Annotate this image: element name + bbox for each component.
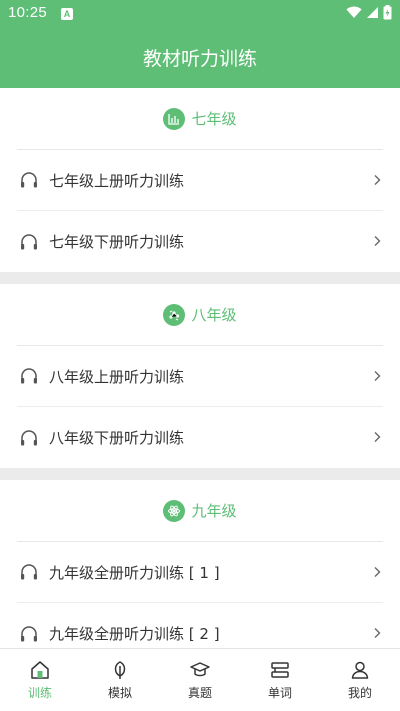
list-item[interactable]: 七年级上册听力训练 [17,150,383,211]
headphones-icon [21,233,37,249]
status-bar: 10:25 A [0,0,400,28]
list-item-label: 七年级下册听力训练 [49,233,185,251]
tab-training[interactable]: 训练 [0,649,80,711]
list-item[interactable]: 八年级上册听力训练 [17,346,383,407]
tab-past-exams[interactable]: 真题 [160,649,240,711]
list-item[interactable]: 八年级下册听力训练 [17,407,383,468]
signal-icon [367,7,378,18]
tab-label: 真题 [187,686,212,700]
tab-simulation[interactable]: 模拟 [80,649,160,711]
headphones-icon [21,429,37,445]
tab-label: 单词 [267,686,292,700]
tab-label: 我的 [347,686,372,700]
chevron-right-icon [374,567,381,577]
tab-mine[interactable]: 我的 [320,649,400,711]
section-header: 八年级 [17,284,383,346]
list-item[interactable]: 九年级全册听力训练 [ 2 ] [17,603,383,648]
chevron-right-icon [374,371,381,381]
headphones-icon [21,564,37,580]
section-title: 八年级 [191,306,237,324]
notification-badge: A [61,8,73,20]
status-icons [346,5,392,20]
chevron-right-icon [374,236,381,246]
battery-icon [383,5,392,20]
list-item-label: 九年级全册听力训练 [ 1 ] [49,563,220,582]
chevron-right-icon [374,432,381,442]
headphones-icon [21,368,37,384]
chevron-right-icon [374,175,381,185]
main-content[interactable]: 七年级 七年级上册听力训练 七年级下册听力训练 八年级 八年级上册听力训练 八年… [0,88,400,648]
headphones-icon [21,172,37,188]
molecule-icon [163,303,186,326]
tab-words[interactable]: 单词 [240,649,320,711]
page-title: 教材听力训练 [142,48,257,70]
section-grade-9: 九年级 九年级全册听力训练 [ 1 ] 九年级全册听力训练 [ 2 ] [0,480,400,648]
tab-label: 训练 [27,686,52,700]
tab-label: 模拟 [107,686,132,700]
section-header: 九年级 [17,480,383,542]
atom-icon [163,499,186,522]
wifi-icon [346,6,362,18]
list-item-label: 八年级下册听力训练 [49,429,185,447]
headphones-icon [21,625,37,641]
section-title: 九年级 [191,502,237,520]
app-header: 10:25 A 教材听力训练 [0,0,400,88]
bottom-tab-bar: 训练 模拟 真题 单词 我的 [0,648,400,711]
section-grade-7: 七年级 七年级上册听力训练 七年级下册听力训练 [0,88,400,272]
section-header: 七年级 [17,88,383,150]
chevron-right-icon [374,628,381,638]
bar-chart-icon [163,107,186,130]
list-item-label: 八年级上册听力训练 [49,367,185,386]
section-grade-8: 八年级 八年级上册听力训练 八年级下册听力训练 [0,284,400,468]
list-item[interactable]: 七年级下册听力训练 [17,211,383,272]
home-icon [31,661,49,679]
graduation-cap-icon [190,662,210,677]
card-icon [271,662,289,678]
leaf-icon [114,661,126,679]
list-item-label: 七年级上册听力训练 [49,171,185,190]
section-title: 七年级 [191,110,237,128]
list-item[interactable]: 九年级全册听力训练 [ 1 ] [17,542,383,603]
status-time: 10:25 [8,4,48,21]
user-icon [351,661,369,679]
list-item-label: 九年级全册听力训练 [ 2 ] [49,625,220,643]
